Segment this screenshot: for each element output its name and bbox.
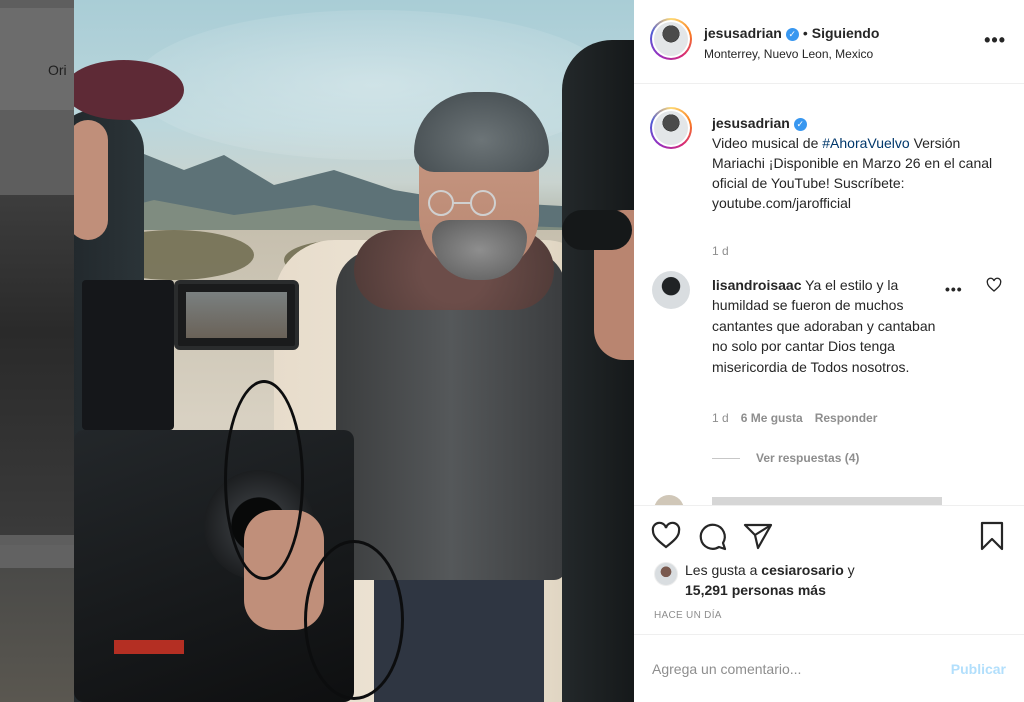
view-replies-button[interactable]: Ver respuestas (4) bbox=[712, 451, 859, 465]
author-avatar-image bbox=[654, 22, 688, 56]
post-header: jesusadrian ✓ • Siguiendo Monterrey, Nuevo … bbox=[634, 0, 1024, 84]
photo-person-right bbox=[562, 40, 634, 702]
next-comment-text-partial bbox=[712, 497, 942, 505]
comment-meta: 1 d 6 Me gusta Responder bbox=[712, 411, 877, 425]
photo-man-glasses bbox=[428, 190, 496, 216]
caption-text-prefix: Video musical de bbox=[712, 135, 823, 151]
caption-hashtag-link[interactable]: #AhoraVuelvo bbox=[822, 135, 909, 151]
comment-more-options-icon[interactable]: ••• bbox=[945, 281, 963, 297]
heart-icon[interactable] bbox=[650, 520, 682, 552]
post-modal: jesusadrian ✓ • Siguiendo Monterrey, Nuevo … bbox=[74, 0, 1024, 702]
post-photo[interactable] bbox=[74, 0, 634, 702]
verified-badge-icon: ✓ bbox=[793, 118, 807, 131]
replies-divider-line bbox=[712, 458, 740, 460]
liker-username[interactable]: cesiarosario bbox=[761, 562, 844, 578]
next-commenter-avatar bbox=[654, 495, 684, 505]
publish-button[interactable]: Publicar bbox=[951, 661, 1006, 677]
photo-camera-cable bbox=[304, 540, 404, 700]
paper-plane-icon[interactable] bbox=[742, 520, 774, 552]
comment-likes-count[interactable]: 6 Me gusta bbox=[741, 411, 803, 425]
author-username[interactable]: jesusadrian bbox=[704, 25, 782, 41]
post-actions: Les gusta a cesiarosario y 15,291 person… bbox=[634, 505, 1024, 633]
commenter-avatar[interactable] bbox=[652, 271, 690, 309]
photo-field-recorder bbox=[82, 280, 174, 430]
background-divider bbox=[0, 545, 74, 568]
photo-person-right-sunglasses bbox=[562, 210, 632, 250]
separator-dot: • bbox=[802, 25, 808, 41]
post-timestamp[interactable]: HACE UN DÍA bbox=[654, 610, 722, 621]
background-header-text: Ori bbox=[48, 62, 67, 78]
photo-camera-red-accent bbox=[114, 640, 184, 654]
photo-person-left-face bbox=[74, 120, 108, 240]
comment-like-heart-icon[interactable] bbox=[986, 277, 1002, 293]
caption-username[interactable]: jesusadrian bbox=[712, 115, 790, 131]
view-replies-label: Ver respuestas (4) bbox=[756, 451, 860, 465]
next-comment-partial bbox=[650, 493, 1010, 505]
add-comment-bar: Publicar bbox=[634, 634, 1024, 702]
verified-badge-icon: ✓ bbox=[785, 28, 799, 41]
photo-camera-cable bbox=[224, 380, 304, 580]
background-post-thumbnail[interactable] bbox=[0, 195, 74, 535]
likes-others-count[interactable]: 15,291 personas más bbox=[685, 582, 826, 598]
post-location[interactable]: Monterrey, Nuevo Leon, Mexico bbox=[704, 47, 879, 61]
liker-avatar[interactable] bbox=[654, 562, 678, 586]
commenter-username[interactable]: lisandroisaac bbox=[712, 277, 802, 293]
comments-section[interactable]: jesusadrian ✓ Video musical de #AhoraVuel… bbox=[634, 85, 1024, 505]
comment-text-block: lisandroisaac Ya el estilo y la humildad… bbox=[712, 275, 937, 377]
bookmark-icon[interactable] bbox=[976, 520, 1008, 552]
comment-timestamp[interactable]: 1 d bbox=[712, 411, 729, 425]
comment-icon[interactable] bbox=[696, 520, 728, 552]
more-options-icon[interactable]: ••• bbox=[984, 30, 1006, 51]
likes-text: Les gusta a cesiarosario y 15,291 person… bbox=[685, 560, 945, 600]
photo-camera-monitor bbox=[174, 280, 299, 350]
background-header: Ori bbox=[0, 8, 74, 110]
caption-text-block: jesusadrian ✓ Video musical de #AhoraVuel… bbox=[712, 113, 1002, 213]
comment-reply-button[interactable]: Responder bbox=[815, 411, 878, 425]
comment-input[interactable] bbox=[652, 655, 922, 683]
photo-monitor-screen bbox=[186, 292, 287, 338]
caption-author-avatar-image bbox=[654, 111, 688, 145]
author-avatar[interactable] bbox=[650, 18, 692, 60]
likes-prefix: Les gusta a bbox=[685, 562, 762, 578]
background-post-thumbnail[interactable] bbox=[0, 568, 74, 702]
caption-author-avatar[interactable] bbox=[650, 107, 692, 149]
caption-timestamp[interactable]: 1 d bbox=[712, 244, 729, 258]
following-button[interactable]: Siguiendo bbox=[812, 25, 880, 41]
post-side-panel: jesusadrian ✓ • Siguiendo Monterrey, Nuevo … bbox=[634, 0, 1024, 702]
likes-suffix: y bbox=[843, 562, 855, 578]
author-info: jesusadrian ✓ • Siguiendo Monterrey, Nuevo … bbox=[704, 25, 879, 61]
